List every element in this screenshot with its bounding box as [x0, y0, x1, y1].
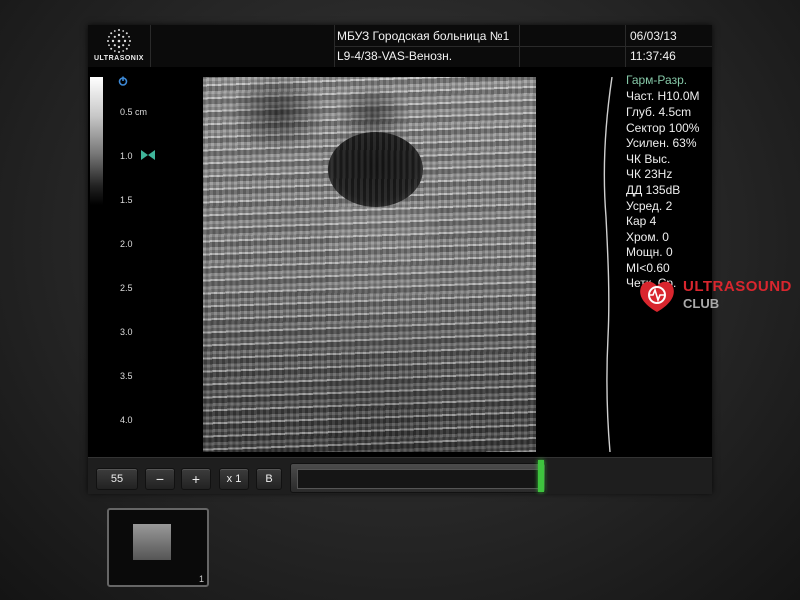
- param-dynamic-range: ДД 135dB: [626, 183, 681, 197]
- depth-mark: 1.0: [120, 151, 133, 161]
- param-persistence: Усред. 2: [626, 199, 673, 213]
- b-mode-button[interactable]: B: [256, 468, 282, 490]
- ultrasound-club-logo-icon: [640, 281, 674, 312]
- thumbnail-image: [133, 524, 171, 560]
- cine-slider[interactable]: [290, 463, 546, 493]
- tgc-curve[interactable]: [596, 77, 616, 457]
- watermark-line2: CLUB: [683, 296, 720, 311]
- frame-value-field[interactable]: 55: [96, 468, 138, 490]
- cine-position-marker[interactable]: [538, 460, 544, 492]
- ultrasonix-logo-icon: [107, 29, 131, 53]
- grayscale-bar: [90, 77, 103, 205]
- header-bar: ULTRASONIX МБУЗ Городская больница №1 L9…: [88, 25, 712, 67]
- ultrasound-window: ULTRASONIX МБУЗ Городская больница №1 L9…: [88, 25, 712, 493]
- cine-track: [297, 469, 543, 489]
- ultrasound-image[interactable]: [203, 77, 536, 452]
- power-icon[interactable]: [118, 76, 128, 86]
- depth-mark: 1.5: [120, 195, 133, 205]
- param-chroma: Хром. 0: [626, 230, 669, 244]
- param-mi: MI<0.60: [626, 261, 670, 275]
- param-power: Мощн. 0: [626, 245, 673, 259]
- param-frequency: Част. H10.0M: [626, 89, 700, 103]
- depth-mark: 3.0: [120, 327, 133, 337]
- depth-mark: 3.5: [120, 371, 133, 381]
- focus-marker-icon[interactable]: [141, 150, 155, 160]
- param-sector: Сектор 100%: [626, 121, 700, 135]
- param-frame-rate: ЧК 23Hz: [626, 167, 673, 181]
- param-gain: Усилен. 63%: [626, 136, 697, 150]
- institution-name: МБУЗ Городская больница №1: [337, 29, 510, 43]
- exam-time: 11:37:46: [630, 49, 676, 63]
- depth-mark: 2.5: [120, 283, 133, 293]
- depth-unit-label: 0.5 cm: [120, 107, 148, 117]
- brand-name: ULTRASONIX: [94, 55, 144, 62]
- image-thumbnail[interactable]: 1: [107, 508, 209, 587]
- minus-button[interactable]: −: [145, 468, 175, 490]
- param-depth: Глуб. 4.5cm: [626, 105, 692, 119]
- watermark-line1: ULTRASOUND: [683, 278, 792, 295]
- plus-button[interactable]: +: [181, 468, 211, 490]
- param-map: Кар 4: [626, 214, 657, 228]
- param-mode: Гарм-Разр.: [626, 73, 688, 87]
- preset-name: L9-4/38-VAS-Венозн.: [337, 49, 453, 63]
- brand-logo: ULTRASONIX: [88, 25, 151, 67]
- zoom-button[interactable]: x 1: [219, 468, 249, 490]
- param-frame-rate-level: ЧК Выс.: [626, 152, 671, 166]
- thumbnail-number: 1: [198, 574, 204, 584]
- depth-mark: 4.0: [120, 415, 133, 425]
- bottom-toolbar: 55 − + x 1 B: [88, 457, 712, 494]
- depth-mark: 2.0: [120, 239, 133, 249]
- vessel-cross-section: [328, 132, 423, 207]
- exam-date: 06/03/13: [630, 29, 677, 43]
